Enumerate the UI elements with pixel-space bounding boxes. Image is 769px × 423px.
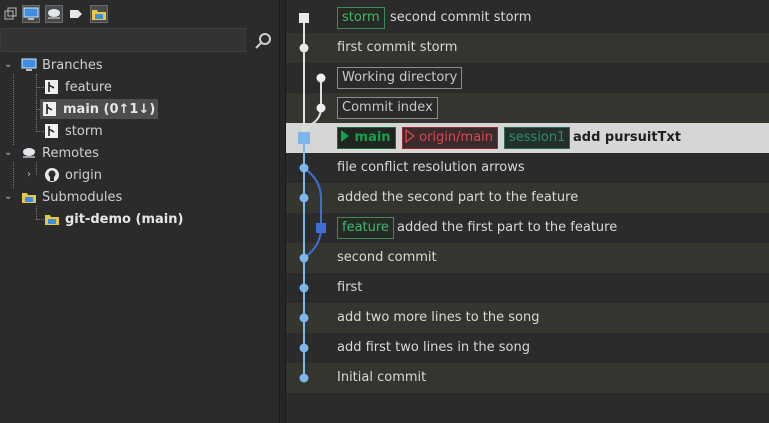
commit-row-commit-index[interactable]: Commit index — [286, 93, 769, 123]
graph-node-storm-head[interactable] — [299, 13, 309, 23]
graph-node[interactable] — [299, 283, 309, 293]
search-input[interactable] — [0, 28, 246, 52]
tree-guide — [36, 131, 44, 132]
commit-row-head[interactable]: main origin/main session1 add pursuitTxt — [286, 123, 769, 153]
computer-icon[interactable] — [22, 5, 40, 23]
remote-branch-label[interactable]: origin/main — [402, 127, 499, 149]
tree-label: git-demo (main) — [65, 211, 184, 227]
tag-label[interactable]: session1 — [504, 127, 571, 149]
graph-node-feature-head[interactable] — [316, 223, 326, 233]
commit-message: add first two lines in the song — [337, 340, 530, 355]
cloud-icon[interactable] — [45, 5, 63, 23]
github-icon — [44, 167, 60, 183]
tree-guide — [36, 74, 37, 132]
tree-label-branches: Branches — [42, 57, 103, 73]
commit-message: second commit storm — [390, 10, 532, 25]
head-branch-label[interactable]: main — [337, 127, 396, 149]
graph-node[interactable] — [299, 313, 309, 323]
commit-row[interactable]: first — [286, 273, 769, 303]
tree-label: feature — [65, 79, 112, 95]
branch-icon — [44, 79, 60, 95]
graph-node[interactable] — [299, 163, 309, 173]
play-outline-icon — [405, 128, 416, 144]
graph-node-main-head[interactable] — [298, 132, 310, 144]
commit-message: first commit storm — [337, 40, 458, 55]
tree-guide — [13, 74, 14, 145]
commit-graph — [298, 13, 326, 383]
computer-icon — [21, 57, 37, 73]
commit-row[interactable]: add first two lines in the song — [286, 333, 769, 363]
graph-node[interactable] — [299, 373, 309, 383]
tree-node-branches[interactable]: Branches — [21, 55, 103, 75]
submodule-icon — [44, 211, 60, 227]
play-icon — [341, 130, 349, 142]
tag-icon[interactable] — [67, 5, 85, 23]
commit-row[interactable]: Initial commit — [286, 363, 769, 393]
tree-label: origin — [65, 167, 103, 183]
tree-guide — [36, 206, 37, 219]
working-directory-label[interactable]: Working directory — [337, 67, 463, 89]
commit-row[interactable]: first commit storm — [286, 33, 769, 63]
commit-message: added the second part to the feature — [337, 190, 579, 205]
tree-node-remotes[interactable]: Remotes — [21, 143, 99, 163]
commit-row-working-directory[interactable]: Working directory — [286, 63, 769, 93]
panel-splitter[interactable] — [279, 0, 286, 423]
branch-icon — [44, 123, 60, 139]
commit-message: second commit — [337, 250, 437, 265]
chevron-down-icon[interactable]: ⌄ — [4, 60, 14, 70]
commit-history: storm second commit storm first commit s… — [286, 0, 769, 423]
commit-row[interactable]: storm second commit storm — [286, 3, 769, 33]
commit-row[interactable]: added the second part to the feature — [286, 183, 769, 213]
chevron-right-icon[interactable]: › — [27, 170, 37, 180]
tree-guide — [36, 219, 44, 220]
graph-node[interactable] — [299, 193, 309, 203]
commit-message: added the first part to the feature — [397, 220, 618, 235]
head-branch-text: main — [354, 130, 391, 145]
tree-node-submodules[interactable]: Submodules — [21, 187, 122, 207]
branches-panel: ⌄ Branches feature main (0↑1↓) storm ⌄ R… — [0, 0, 279, 423]
tree-guide — [36, 87, 44, 88]
commit-row[interactable]: second commit — [286, 243, 769, 273]
commit-message: Initial commit — [337, 370, 427, 385]
graph-node[interactable] — [299, 43, 309, 53]
tree-label-remotes: Remotes — [42, 145, 99, 161]
submodule-icon — [21, 189, 37, 205]
chevron-down-icon[interactable]: ⌄ — [4, 192, 14, 202]
local-branches-icon[interactable] — [2, 5, 20, 23]
branch-label[interactable]: feature — [337, 217, 394, 239]
commit-row[interactable]: feature added the first part to the feat… — [286, 213, 769, 243]
graph-node[interactable] — [299, 343, 309, 353]
branch-label[interactable]: storm — [337, 7, 385, 29]
commit-index-label[interactable]: Commit index — [337, 97, 438, 119]
commit-message: add two more lines to the song — [337, 310, 540, 325]
cloud-icon — [21, 145, 37, 161]
tree-label: storm — [65, 123, 103, 139]
commit-message: file conflict resolution arrows — [337, 160, 525, 175]
tree-item-branch-main[interactable]: main (0↑1↓) — [40, 99, 159, 119]
tree-guide — [13, 162, 14, 189]
search-icon[interactable] — [252, 30, 274, 52]
branch-icon — [42, 101, 58, 117]
graph-line-feature — [303, 167, 322, 259]
tree-item-branch-feature[interactable]: feature — [44, 77, 112, 97]
commit-message: first — [337, 280, 363, 295]
graph-node-working-directory[interactable] — [316, 73, 326, 83]
commit-row[interactable]: file conflict resolution arrows — [286, 153, 769, 183]
graph-node-commit-index[interactable] — [316, 103, 326, 113]
graph-line-working — [305, 78, 322, 131]
chevron-down-icon[interactable]: ⌄ — [4, 148, 14, 158]
tree-label: main (0↑1↓) — [63, 101, 156, 117]
graph-node[interactable] — [299, 253, 309, 263]
tree-item-remote-origin[interactable]: origin — [44, 165, 102, 185]
submodule-icon[interactable] — [90, 5, 108, 23]
commit-row[interactable]: add two more lines to the song — [286, 303, 769, 333]
commit-message: add pursuitTxt — [573, 130, 682, 145]
current-branch-highlight: main (0↑1↓) — [40, 99, 159, 119]
tree-item-submodule-git-demo[interactable]: git-demo (main) — [44, 209, 183, 229]
tree-item-branch-storm[interactable]: storm — [44, 121, 103, 141]
tree-label-submodules: Submodules — [42, 189, 123, 205]
remote-branch-text: origin/main — [419, 130, 494, 145]
